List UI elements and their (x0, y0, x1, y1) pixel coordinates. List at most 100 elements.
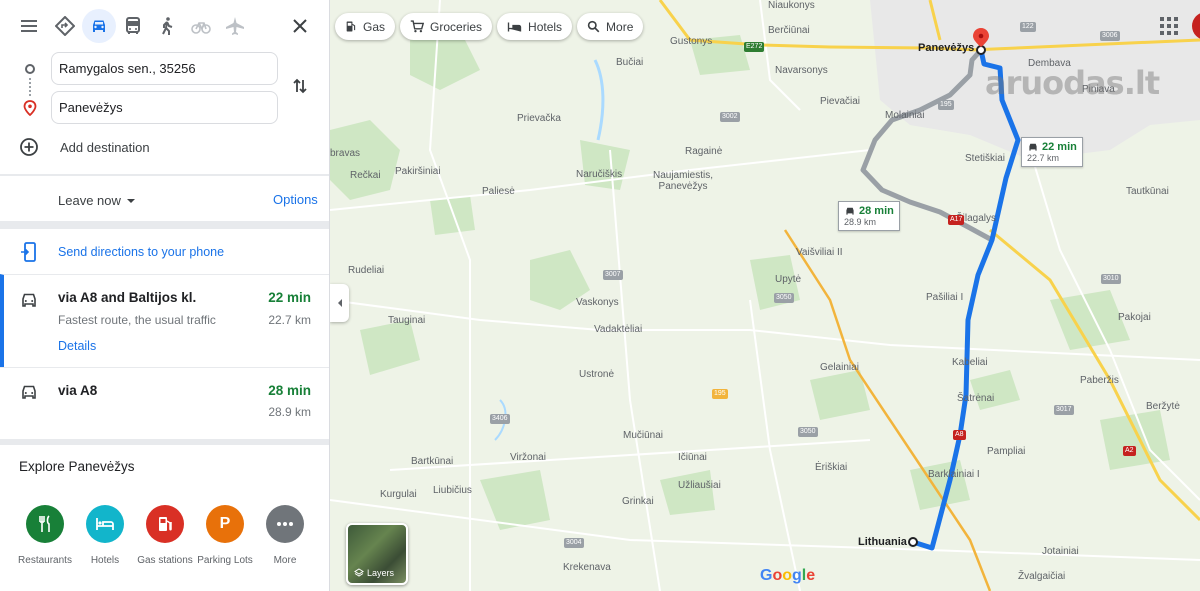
category-chips: Gas Groceries Hotels More (335, 13, 644, 40)
map-label: Prievačka (517, 113, 561, 124)
explore-category-label: Hotels (90, 555, 120, 566)
car-icon (93, 20, 105, 32)
map-label: Šatrėnai (957, 393, 995, 404)
map-label: Pašiliai I (926, 292, 964, 303)
explore-gas-stations-button[interactable]: Gas stations (131, 505, 199, 566)
explore-more-button[interactable]: More (251, 505, 319, 566)
road-shield: 3050 (774, 293, 794, 303)
mode-transit-button[interactable] (116, 9, 150, 43)
mode-flights-button[interactable] (218, 9, 252, 43)
bus-icon (126, 17, 140, 34)
explore-parking-lots-button[interactable]: P Parking Lots (191, 505, 259, 566)
route-title: via A8 (58, 383, 98, 398)
explore-hotels-button[interactable]: Hotels (71, 505, 139, 566)
map-label: Tautkūnai (1126, 186, 1169, 197)
road-shield: E272 (744, 42, 765, 52)
layers-label: Layers (367, 568, 395, 578)
explore-restaurants-button[interactable]: Restaurants (11, 505, 79, 566)
map-label: Naujamiestis, Panevėžys (652, 170, 714, 192)
cart-icon (410, 20, 425, 33)
route-details-link[interactable]: Details (58, 339, 96, 353)
callout-time: 28 min (859, 205, 894, 217)
menu-button[interactable] (12, 9, 46, 43)
route-distance: 28.9 km (268, 405, 311, 419)
origin-input[interactable]: Ramygalos sen., 35256 (51, 52, 278, 85)
explore-category-label: More (273, 555, 297, 566)
mode-walking-button[interactable] (150, 9, 184, 43)
route-duration: 22 min (268, 290, 311, 305)
route-title: via A8 and Baltijos kl. (58, 290, 197, 305)
walking-icon (162, 17, 173, 35)
add-destination-button[interactable]: Add destination (19, 137, 150, 157)
road-shield: 3406 (490, 414, 510, 424)
map-label: Pakojai (1118, 312, 1151, 323)
map-label: Paliesė (482, 186, 515, 197)
route-option[interactable]: via A8 and Baltijos kl. Fastest route, t… (0, 274, 329, 367)
route-distance: 22.7 km (268, 313, 311, 327)
chip-groceries[interactable]: Groceries (400, 13, 493, 40)
callout-distance: 22.7 km (1027, 153, 1060, 163)
divider (0, 439, 329, 445)
road-shield: A8 (953, 430, 966, 440)
route-duration: 28 min (268, 383, 311, 398)
options-link[interactable]: Options (273, 192, 318, 207)
map-label: Bartkūnai (411, 456, 454, 467)
map-label: Jotainiai (1042, 546, 1079, 557)
map-label: Vadaktėliai (594, 324, 643, 335)
map-label: Pakiršiniai (395, 166, 441, 177)
route-subtitle: Fastest route, the usual traffic (58, 313, 216, 327)
fork-knife-icon (39, 515, 50, 532)
send-directions-button[interactable]: Send directions to your phone (0, 230, 329, 274)
explore-category-label: Restaurants (18, 555, 72, 566)
diamond-route-icon (55, 16, 75, 36)
more-dots-icon (277, 522, 293, 526)
map-label: Kurgulai (380, 489, 417, 500)
bed-icon (507, 22, 522, 31)
mode-best-button[interactable] (48, 9, 82, 43)
road-shield: 3010 (1101, 274, 1121, 284)
divider (0, 221, 329, 229)
map-label: Pievačiai (820, 96, 861, 107)
close-icon (293, 19, 307, 33)
add-destination-label: Add destination (60, 139, 150, 155)
mode-cycling-button[interactable] (184, 9, 218, 43)
destination-pin-icon (23, 100, 37, 116)
leave-now-dropdown[interactable]: Leave now (58, 193, 141, 208)
map-label: Ėriškiai (815, 462, 848, 473)
car-icon (22, 293, 36, 307)
chip-hotels[interactable]: Hotels (497, 13, 573, 40)
map-label: Berčiūnai (768, 25, 810, 36)
parking-icon: P (206, 505, 244, 543)
swap-icon[interactable] (290, 76, 310, 96)
route-callout-alternative[interactable]: 28 min 28.9 km (838, 201, 900, 231)
route-callout-fastest[interactable]: 22 min 22.7 km (1021, 137, 1083, 167)
mode-driving-button[interactable] (82, 9, 116, 43)
layers-button[interactable]: Layers (346, 523, 408, 585)
collapse-panel-button[interactable] (330, 284, 349, 322)
chip-label: Hotels (528, 19, 563, 34)
apps-grid-icon[interactable] (1160, 17, 1178, 35)
map-label: Gelainiai (820, 362, 859, 373)
map-label: Rudeliai (348, 265, 385, 276)
route-option[interactable]: via A8 28 min 28.9 km (0, 367, 329, 439)
car-icon (1029, 143, 1037, 151)
road-shield: 3017 (1054, 405, 1074, 415)
map-label: Krekenava (563, 562, 611, 573)
road-shield: A2 (1123, 446, 1136, 456)
map-label: Pampliai (987, 446, 1026, 457)
road-shield: 195 (712, 389, 728, 399)
road-shield: A17 (948, 215, 965, 225)
chip-label: Groceries (430, 19, 483, 34)
car-icon (846, 207, 854, 215)
chip-more[interactable]: More (577, 13, 644, 40)
map-label: Bučiai (616, 57, 644, 68)
chip-gas[interactable]: Gas (335, 13, 396, 40)
map-label: Ustronė (579, 369, 615, 380)
destination-input[interactable]: Panevėžys (51, 91, 278, 124)
map-canvas[interactable]: Panevėžys Lithuania Berčiūnai Gustonys B… (330, 0, 1200, 591)
bed-icon (96, 518, 114, 530)
map-label: Rečkai (350, 170, 381, 181)
google-logo: Google (760, 567, 816, 584)
bicycle-icon (191, 22, 211, 34)
close-directions-button[interactable] (283, 9, 317, 43)
